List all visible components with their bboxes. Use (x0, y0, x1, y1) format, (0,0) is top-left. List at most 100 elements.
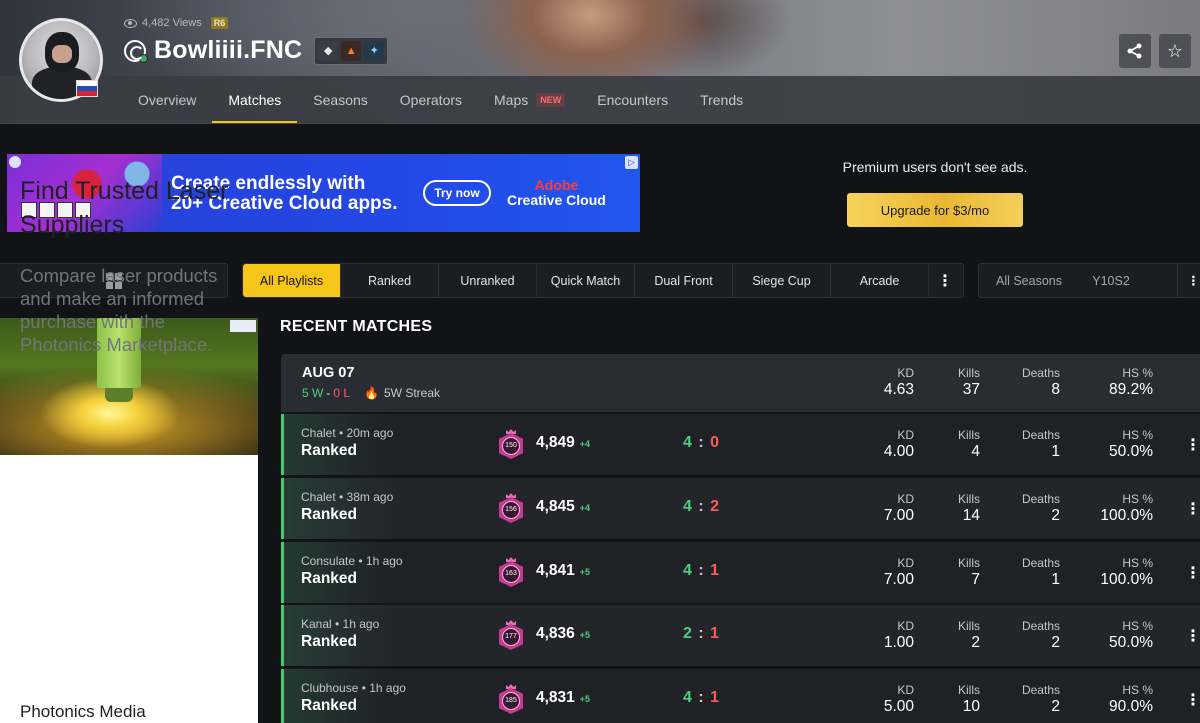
match-mode: Ranked (301, 442, 357, 459)
match-mode: Ranked (301, 506, 357, 523)
rank-emblem-icon: 150 (497, 429, 525, 463)
match-row[interactable]: Chalet • 38m ago Ranked 156 4,845 +4 4 : … (281, 477, 1200, 539)
side-ad-title[interactable]: Find Trusted Laser Suppliers (20, 174, 250, 242)
match-map: Kanal • 1h ago (301, 617, 380, 631)
match-kd: KD 7.00 (883, 492, 914, 524)
match-menu-icon[interactable]: ⋮ (1185, 435, 1200, 455)
playlist-arcade[interactable]: Arcade (831, 264, 929, 297)
rank-emblem-icon: 185 (497, 684, 525, 718)
day-kd: KD 4.63 (883, 366, 914, 398)
adchoices-icon[interactable]: ▷ (625, 156, 638, 169)
upgrade-button[interactable]: Upgrade for $3/mo (847, 193, 1023, 227)
match-row[interactable]: Kanal • 1h ago Ranked 177 4,836 +5 2 : 1 … (281, 604, 1200, 666)
rank-emblem-icon: 163 (497, 557, 525, 591)
playlist-unranked[interactable]: Unranked (439, 264, 537, 297)
match-deaths: Deaths 1 (1021, 428, 1060, 460)
match-score: 4 : 2 (683, 498, 721, 515)
match-map: Chalet • 38m ago (301, 490, 394, 504)
match-menu-icon[interactable]: ⋮ (1185, 499, 1200, 519)
match-hs: HS % 90.0% (1109, 683, 1153, 715)
rank-emblem-icon: 177 (497, 620, 525, 654)
side-ad[interactable] (0, 318, 258, 723)
ubisoft-icon (124, 39, 148, 63)
playlist-ranked[interactable]: Ranked (341, 264, 439, 297)
playlist-more-icon[interactable]: ⋮ (929, 264, 961, 297)
match-deaths: Deaths 2 (1021, 683, 1060, 715)
rank-emblem-icon: 156 (497, 493, 525, 527)
champion-badge-icon[interactable]: ◆ (318, 40, 339, 61)
season-current[interactable]: Y10S2 (1079, 274, 1143, 288)
season-badge-icon[interactable]: ✦ (364, 40, 385, 61)
share-button[interactable] (1119, 34, 1151, 68)
match-menu-icon[interactable]: ⋮ (1185, 690, 1200, 710)
match-rank-points: 4,831 +5 (536, 689, 591, 706)
match-deaths: Deaths 2 (1021, 492, 1060, 524)
match-score: 4 : 0 (683, 434, 721, 451)
favorite-button[interactable]: ☆ (1159, 34, 1191, 68)
season-all[interactable]: All Seasons (979, 274, 1079, 288)
match-kd: KD 7.00 (883, 556, 914, 588)
match-rank-points: 4,845 +4 (536, 498, 591, 515)
win-indicator (281, 669, 284, 723)
match-score: 4 : 1 (683, 689, 721, 706)
match-menu-icon[interactable]: ⋮ (1185, 626, 1200, 646)
match-kills: Kills 4 (957, 428, 980, 460)
tab-overview[interactable]: Overview (122, 76, 212, 123)
match-kills: Kills 2 (957, 619, 980, 651)
share-icon (1127, 43, 1142, 59)
playlist-siege-cup[interactable]: Siege Cup (733, 264, 831, 297)
fire-icon: 🔥 (364, 386, 379, 400)
match-hs: HS % 50.0% (1109, 619, 1153, 651)
playlist-filter: All Playlists Ranked Unranked Quick Matc… (242, 263, 964, 298)
playlist-quick-match[interactable]: Quick Match (537, 264, 635, 297)
win-indicator (281, 542, 284, 603)
tab-matches[interactable]: Matches (212, 76, 298, 123)
match-deaths: Deaths 2 (1021, 619, 1060, 651)
playlist-all[interactable]: All Playlists (243, 264, 341, 297)
side-ad-brand[interactable]: Photonics Media (20, 702, 146, 722)
playlist-dual-front[interactable]: Dual Front (635, 264, 733, 297)
verified-icon (139, 53, 148, 63)
win-indicator (281, 478, 284, 539)
day-date: AUG 07 (302, 365, 355, 381)
day-summary: AUG 07 5 W - 0 L 🔥 5W Streak KD 4.63 Kil… (281, 354, 1200, 412)
match-map: Consulate • 1h ago (301, 554, 403, 568)
win-indicator (281, 605, 284, 666)
tab-operators[interactable]: Operators (384, 76, 478, 123)
rank-badges[interactable]: ◆ ▲ ✦ (314, 36, 389, 65)
fire-badge-icon[interactable]: ▲ (341, 40, 362, 61)
match-row[interactable]: Clubhouse • 1h ago Ranked 185 4,831 +5 4 … (281, 668, 1200, 723)
match-hs: HS % 100.0% (1100, 556, 1153, 588)
star-icon: ☆ (1166, 40, 1184, 61)
match-menu-icon[interactable]: ⋮ (1185, 563, 1200, 583)
match-rank-points: 4,836 +5 (536, 625, 591, 642)
day-deaths: Deaths 8 (1021, 366, 1060, 398)
match-hs: HS % 50.0% (1109, 428, 1153, 460)
match-kills: Kills 14 (957, 492, 980, 524)
match-row[interactable]: Chalet • 20m ago Ranked 150 4,849 +4 4 : … (281, 413, 1200, 475)
eye-icon (124, 18, 137, 28)
tab-encounters[interactable]: Encounters (581, 76, 684, 123)
match-row[interactable]: Consulate • 1h ago Ranked 163 4,841 +5 4 … (281, 541, 1200, 603)
season-more-icon[interactable]: ⋮ (1177, 264, 1200, 297)
ad-info-icon[interactable] (9, 156, 21, 168)
day-record: 5 W - 0 L 🔥 5W Streak (302, 386, 440, 400)
player-name: Bowliiii.FNC (154, 36, 303, 64)
match-rank-points: 4,849 +4 (536, 434, 591, 451)
match-hs: HS % 100.0% (1100, 492, 1153, 524)
day-kills: Kills 37 (957, 366, 980, 398)
game-badge: R6 (210, 17, 229, 29)
side-ad-description: Compare laser products and make an infor… (20, 265, 218, 355)
tab-trends[interactable]: Trends (684, 76, 759, 123)
season-selector[interactable]: All Seasons Y10S2 ⋮ (978, 263, 1200, 298)
match-kd: KD 5.00 (883, 683, 914, 715)
match-mode: Ranked (301, 697, 357, 714)
match-mode: Ranked (301, 633, 357, 650)
match-kills: Kills 7 (957, 556, 980, 588)
ad-try-now-button[interactable]: Try now (423, 180, 491, 206)
tab-seasons[interactable]: Seasons (297, 76, 383, 123)
match-kd: KD 4.00 (883, 428, 914, 460)
adobe-logo: Adobe Creative Cloud (507, 177, 606, 208)
match-map: Chalet • 20m ago (301, 426, 394, 440)
tab-maps[interactable]: Maps NEW (478, 76, 581, 123)
